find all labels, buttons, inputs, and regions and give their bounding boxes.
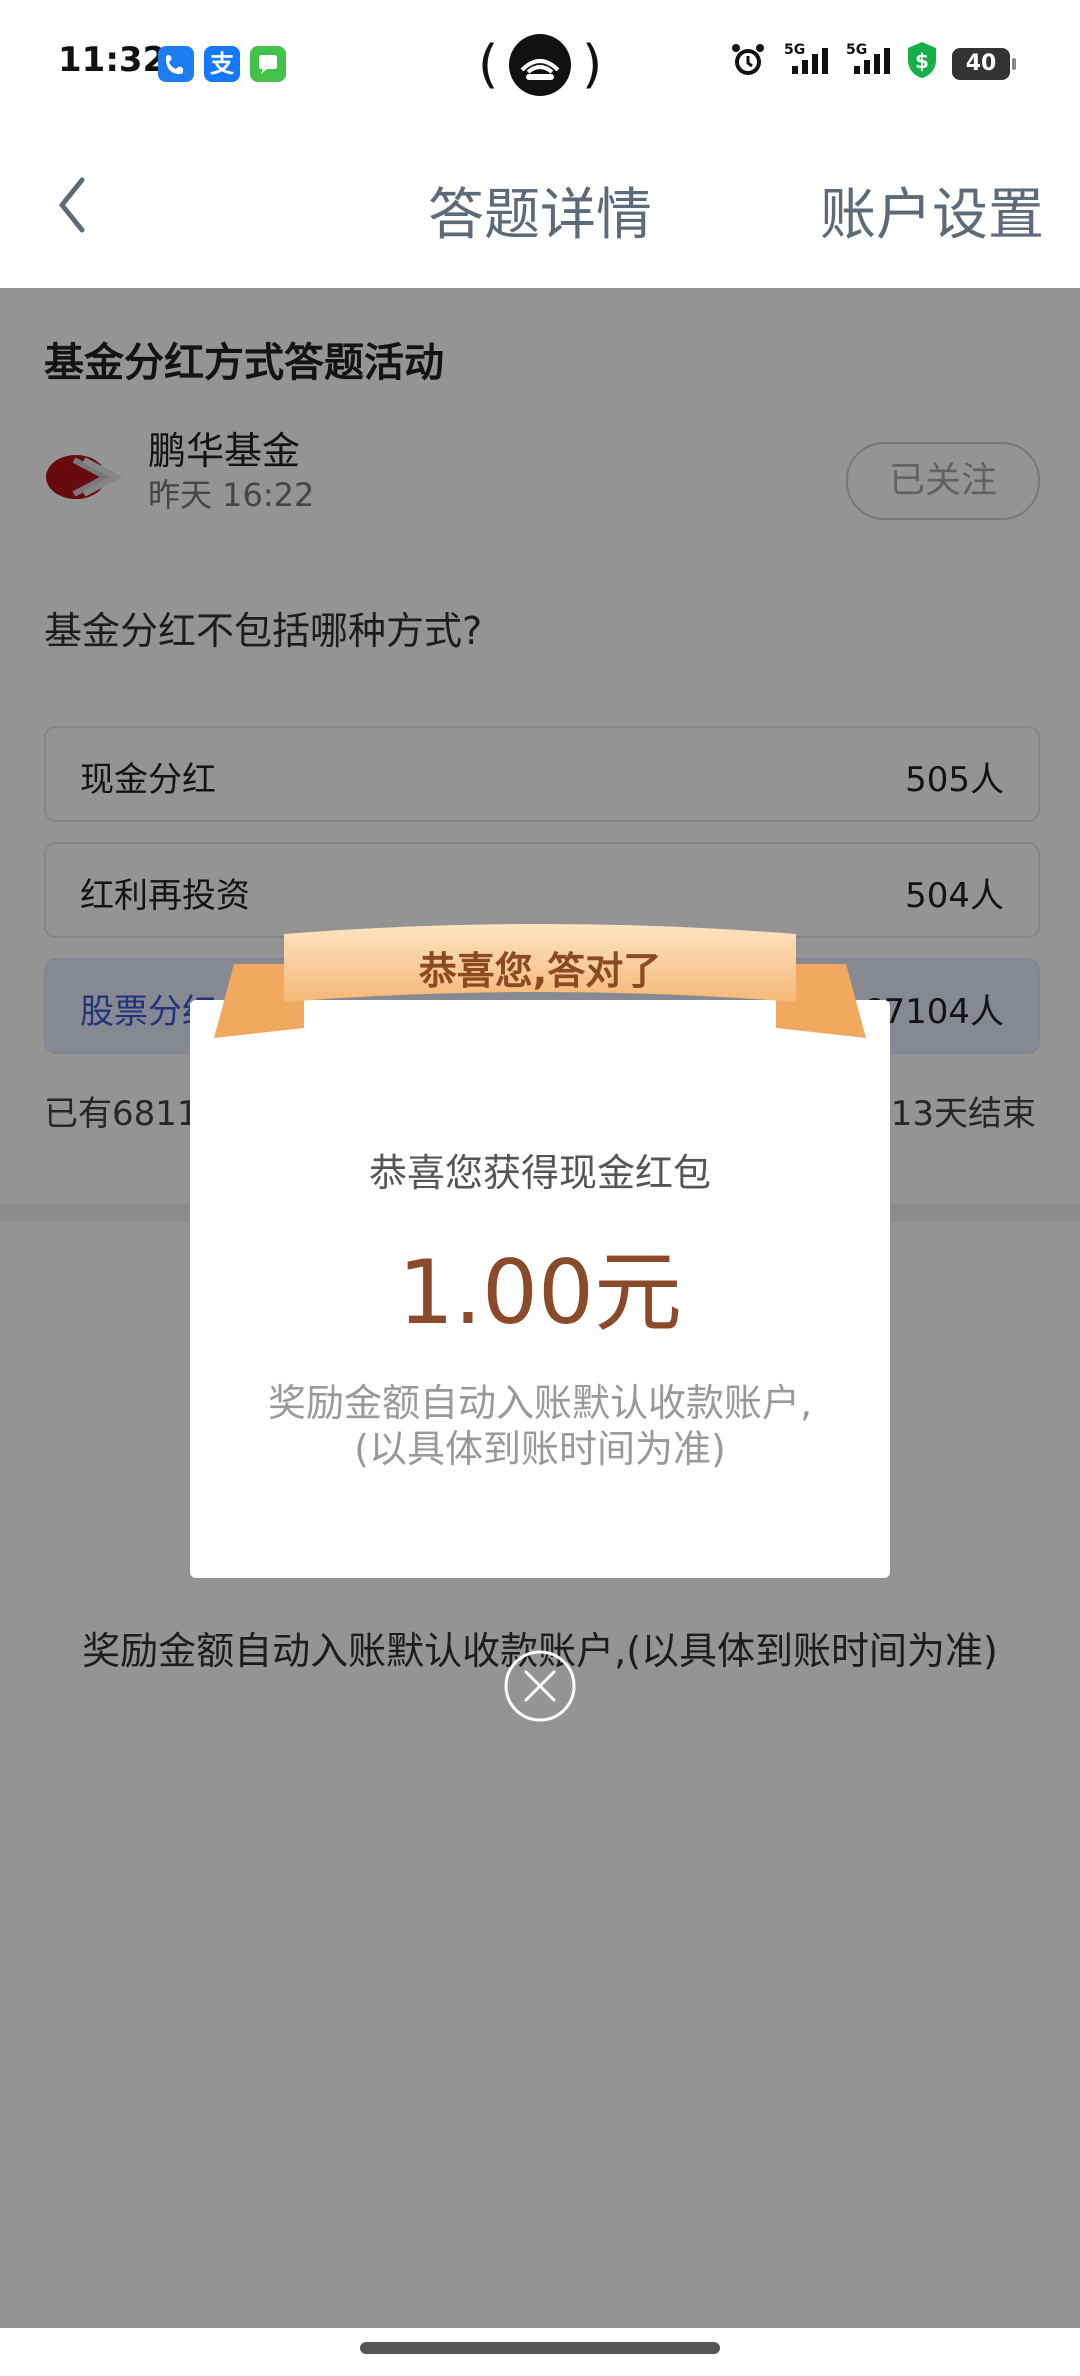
signal-5g-icon: 5G <box>844 40 904 84</box>
close-icon[interactable] <box>504 1650 576 1722</box>
home-indicator[interactable] <box>360 2342 720 2354</box>
svg-text:(: ( <box>478 35 498 95</box>
reward-amount: 1.00元 <box>398 1241 682 1344</box>
alarm-icon <box>730 40 766 84</box>
reward-note-line2: (以具体到账时间为准) <box>354 1427 726 1471</box>
message-icon <box>250 46 286 82</box>
wallet-icon: $ <box>904 40 940 84</box>
svg-text:$: $ <box>915 49 929 73</box>
battery-indicator: 40 <box>952 48 1016 80</box>
status-time: 11:32 <box>58 40 167 80</box>
alipay-icon: 支 <box>204 46 240 82</box>
reward-subtitle: 恭喜您获得现金红包 <box>368 1151 711 1195</box>
phone-app-icon <box>158 46 194 82</box>
account-settings-link[interactable]: 账户设置 <box>820 170 1044 251</box>
svg-text:): ) <box>582 35 602 95</box>
signal-5g-icon: 5G <box>778 40 838 84</box>
ribbon-text: 恭喜您,答对了 <box>418 949 662 993</box>
svg-text:5G: 5G <box>846 42 867 58</box>
hotspot-icon: ( ) <box>478 34 602 96</box>
svg-text:5G: 5G <box>784 42 805 58</box>
